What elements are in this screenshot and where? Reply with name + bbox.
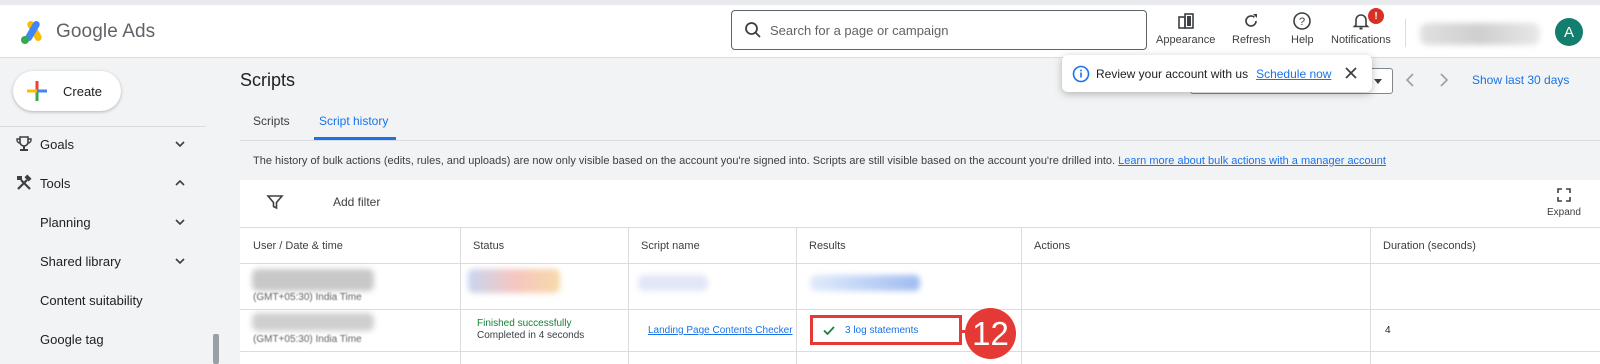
show-last-30-days-link[interactable]: Show last 30 days — [1472, 73, 1569, 87]
sidebar-item-label: Content suitability — [40, 292, 143, 308]
chevron-down-icon — [175, 258, 185, 265]
sidebar-item-google-tag[interactable]: Google tag — [0, 328, 200, 350]
bulk-actions-notice: The history of bulk actions (edits, rule… — [253, 155, 1386, 167]
top-bar: Google Ads Search for a page or campaign… — [0, 0, 1600, 58]
sidebar-item-label: Google tag — [40, 331, 104, 347]
learn-more-link[interactable]: Learn more about bulk actions with a man… — [1118, 155, 1386, 167]
tab-scripts[interactable]: Scripts — [253, 114, 290, 128]
sidebar-item-goals[interactable]: Goals — [0, 133, 200, 155]
expand-button[interactable]: Expand — [1547, 188, 1581, 218]
close-icon[interactable] — [1344, 66, 1358, 80]
notifications-label: Notifications — [1331, 34, 1391, 46]
results-highlight[interactable]: 3 log statements — [810, 315, 962, 345]
redacted-user — [252, 313, 374, 331]
search-input[interactable]: Search for a page or campaign — [731, 10, 1147, 50]
header-divider — [1405, 19, 1406, 47]
chevron-left-icon[interactable] — [1402, 71, 1420, 89]
chevron-down-icon — [175, 141, 185, 148]
svg-text:?: ? — [1299, 16, 1305, 28]
row-timezone: (GMT+05:30) India Time — [253, 292, 362, 303]
duration-value: 4 — [1385, 325, 1391, 336]
search-icon — [745, 22, 761, 38]
add-filter-button[interactable]: Add filter — [333, 195, 380, 209]
help-label: Help — [1291, 34, 1314, 46]
search-placeholder: Search for a page or campaign — [770, 22, 949, 38]
table-row[interactable]: (GMT+05:30) India Time Finished successf… — [240, 307, 1600, 352]
refresh-label: Refresh — [1232, 34, 1271, 46]
status-finished: Finished successfully — [477, 318, 572, 329]
refresh-button[interactable]: Refresh — [1232, 11, 1271, 46]
help-button[interactable]: ? Help — [1291, 11, 1314, 46]
chevron-down-icon — [175, 219, 185, 226]
create-button[interactable]: Create — [13, 71, 121, 111]
app-name: Google Ads — [56, 21, 156, 42]
tools-icon — [17, 174, 32, 190]
tab-script-history[interactable]: Script history — [319, 114, 388, 128]
redacted-user — [252, 269, 374, 291]
sidebar: Create Goals Tools Planning Shared libra… — [0, 58, 222, 364]
refresh-icon — [1245, 14, 1258, 27]
redacted-script-name — [638, 275, 708, 291]
caret-down-icon — [1374, 79, 1382, 84]
toast-text: Review your account with us — [1096, 66, 1249, 81]
filter-bar: Add filter Expand — [240, 180, 1600, 228]
column-header-actions[interactable]: Actions — [1021, 228, 1070, 264]
log-statements-link[interactable]: 3 log statements — [845, 325, 918, 336]
trophy-icon — [16, 136, 32, 151]
sidebar-divider — [0, 126, 206, 127]
status-duration: Completed in 4 seconds — [477, 330, 585, 341]
sidebar-item-planning[interactable]: Planning — [0, 211, 200, 233]
google-ads-logo-icon — [21, 21, 42, 44]
sidebar-item-shared-library[interactable]: Shared library — [0, 250, 200, 272]
notice-text: The history of bulk actions (edits, rule… — [253, 155, 1116, 167]
appearance-label: Appearance — [1156, 34, 1216, 46]
column-header-status[interactable]: Status — [460, 228, 504, 264]
sidebar-item-label: Shared library — [40, 253, 121, 269]
sidebar-scrollbar[interactable] — [213, 334, 219, 364]
table-header: User / Date & time Status Script name Re… — [240, 228, 1600, 264]
expand-icon — [1557, 188, 1571, 202]
appearance-icon — [1177, 13, 1194, 29]
redacted-status — [468, 269, 560, 293]
avatar[interactable]: A — [1555, 18, 1583, 46]
account-info-redacted[interactable] — [1420, 23, 1540, 45]
create-label: Create — [63, 83, 103, 99]
plus-icon — [27, 81, 47, 101]
column-header-results[interactable]: Results — [796, 228, 846, 264]
filter-icon[interactable] — [266, 193, 284, 211]
review-account-toast: Review your account with us Schedule now — [1062, 55, 1372, 92]
sidebar-item-content-suitability[interactable]: Content suitability — [0, 289, 200, 311]
sidebar-item-tools[interactable]: Tools — [0, 172, 200, 194]
notifications-button[interactable]: ! Notifications — [1331, 8, 1391, 46]
chevron-right-icon[interactable] — [1434, 71, 1452, 89]
redacted-results — [810, 275, 920, 291]
schedule-now-link[interactable]: Schedule now — [1256, 67, 1331, 81]
page-title: Scripts — [240, 70, 296, 90]
expand-label: Expand — [1547, 207, 1581, 218]
appearance-button[interactable]: Appearance — [1156, 11, 1215, 46]
sidebar-item-label: Tools — [40, 175, 71, 191]
table-row[interactable]: (GMT+05:30) India Time — [240, 265, 1600, 310]
google-ads-logo[interactable]: Google Ads — [20, 19, 155, 45]
script-history-table: Add filter Expand User / Date & time Sta… — [240, 180, 1600, 364]
chevron-up-icon — [175, 179, 185, 186]
column-header-duration[interactable]: Duration (seconds) — [1370, 228, 1476, 264]
info-icon — [1072, 65, 1090, 82]
notification-badge: ! — [1368, 8, 1384, 24]
checkmark-icon — [823, 326, 835, 336]
column-header-script-name[interactable]: Script name — [628, 228, 700, 264]
step-number-badge: 12 — [965, 308, 1016, 359]
script-name-link[interactable]: Landing Page Contents Checker — [648, 325, 793, 337]
help-icon: ? — [1293, 12, 1312, 30]
row-timezone: (GMT+05:30) India Time — [253, 334, 362, 345]
column-header-user-date[interactable]: User / Date & time — [240, 228, 343, 264]
tabs-divider — [240, 140, 1600, 141]
sidebar-item-label: Planning — [40, 214, 91, 230]
sidebar-item-label: Goals — [40, 136, 74, 152]
